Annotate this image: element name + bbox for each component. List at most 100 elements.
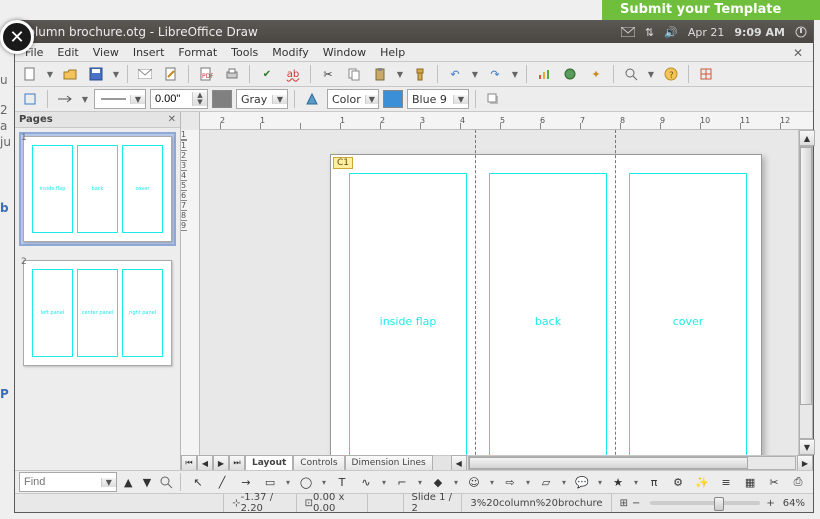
tab-layout[interactable]: Layout bbox=[245, 455, 293, 471]
menu-tools[interactable]: Tools bbox=[225, 44, 264, 61]
redo-dropdown[interactable]: ▼ bbox=[510, 64, 520, 84]
zoom-controls[interactable]: ⊞ − + 64% bbox=[612, 494, 813, 512]
interaction-button[interactable]: ⚙ bbox=[667, 471, 689, 493]
scrollbar-vertical[interactable]: ▲ ▼ bbox=[798, 130, 813, 455]
find-next-button[interactable]: ▼ bbox=[140, 471, 155, 493]
menu-help[interactable]: Help bbox=[374, 44, 411, 61]
scroll-right-button[interactable]: ▶ bbox=[797, 455, 813, 471]
drawing-page[interactable]: C1 inside flap back cover bbox=[330, 154, 762, 455]
shapes-button[interactable]: ◆ bbox=[427, 471, 449, 493]
chart-button[interactable] bbox=[533, 63, 555, 85]
redo-button[interactable]: ↷ bbox=[484, 63, 506, 85]
page-thumbnail[interactable]: 1inside flapbackcover bbox=[19, 132, 176, 246]
undo-dropdown[interactable]: ▼ bbox=[470, 64, 480, 84]
scrollbar-horizontal[interactable] bbox=[468, 456, 796, 470]
status-layout[interactable]: 3%20column%20brochure bbox=[462, 494, 611, 512]
network-indicator-icon[interactable]: ⇅ bbox=[645, 26, 654, 39]
panel-back[interactable]: back bbox=[489, 173, 607, 455]
clone-format-button[interactable] bbox=[409, 63, 431, 85]
time-indicator[interactable]: 9:09 AM bbox=[734, 26, 785, 39]
curve-button[interactable]: ∿ bbox=[355, 471, 377, 493]
tab-dimension-lines[interactable]: Dimension Lines bbox=[345, 455, 433, 471]
shapes-dropdown[interactable]: ▾ bbox=[451, 472, 461, 492]
star-button[interactable]: ★ bbox=[607, 471, 629, 493]
session-indicator-icon[interactable] bbox=[795, 26, 807, 38]
menu-view[interactable]: View bbox=[87, 44, 125, 61]
zoom-value[interactable]: 64% bbox=[783, 498, 805, 509]
star-dropdown[interactable]: ▾ bbox=[631, 472, 641, 492]
callout-dropdown[interactable]: ▾ bbox=[595, 472, 605, 492]
paste-button[interactable] bbox=[369, 63, 391, 85]
cut-button[interactable]: ✂ bbox=[317, 63, 339, 85]
arrow-style-dropdown[interactable]: ▼ bbox=[80, 89, 90, 109]
panel-inside-flap[interactable]: inside flap bbox=[349, 173, 467, 455]
line-color-combo[interactable]: Gray ▼ bbox=[236, 89, 288, 109]
auto-spellcheck-button[interactable]: ab bbox=[282, 63, 304, 85]
scroll-left-button[interactable]: ◀ bbox=[451, 455, 467, 471]
block-arrow-button[interactable]: ⇨ bbox=[499, 471, 521, 493]
symbol-button[interactable]: ☺ bbox=[463, 471, 485, 493]
connector-button[interactable]: ⌐ bbox=[391, 471, 413, 493]
ruler-vertical[interactable]: 1123456789 bbox=[181, 130, 200, 455]
tab-next-button[interactable]: ▶ bbox=[213, 455, 229, 471]
volume-indicator-icon[interactable]: 🔊 bbox=[664, 26, 678, 39]
pages-panel-close-button[interactable]: ✕ bbox=[168, 114, 176, 125]
overlay-close-button[interactable]: ✕ bbox=[0, 20, 34, 54]
scroll-h-thumb[interactable] bbox=[469, 457, 748, 469]
ellipse-dropdown[interactable]: ▾ bbox=[319, 472, 329, 492]
ellipse-button[interactable]: ◯ bbox=[295, 471, 317, 493]
find-all-button[interactable] bbox=[158, 471, 174, 493]
rect-dropdown[interactable]: ▾ bbox=[283, 472, 293, 492]
arrange-button[interactable]: ▦ bbox=[739, 471, 761, 493]
symbol-dropdown[interactable]: ▾ bbox=[487, 472, 497, 492]
status-signature[interactable] bbox=[368, 494, 403, 512]
canvas[interactable]: C1 inside flap back cover bbox=[200, 130, 798, 455]
rect-button[interactable]: ▭ bbox=[259, 471, 281, 493]
tab-first-button[interactable]: ⏮ bbox=[181, 455, 197, 471]
mail-button[interactable] bbox=[134, 63, 156, 85]
ruler-horizontal-scale[interactable]: 21123456789101112 bbox=[200, 112, 813, 130]
date-indicator[interactable]: Apr 21 bbox=[688, 26, 725, 39]
tab-prev-button[interactable]: ◀ bbox=[197, 455, 213, 471]
open-button[interactable] bbox=[59, 63, 81, 85]
menu-insert[interactable]: Insert bbox=[127, 44, 171, 61]
pointer-button[interactable]: ↖ bbox=[187, 471, 209, 493]
zoom-dropdown[interactable]: ▼ bbox=[646, 64, 656, 84]
export-pdf-button[interactable]: PDF bbox=[195, 63, 217, 85]
area-color-combo[interactable]: Blue 9 ▼ bbox=[407, 89, 469, 109]
arrow-style-button[interactable] bbox=[54, 88, 76, 110]
navigator-button[interactable]: ✦ bbox=[585, 63, 607, 85]
new-dropdown[interactable]: ▼ bbox=[45, 64, 55, 84]
flowchart-dropdown[interactable]: ▾ bbox=[559, 472, 569, 492]
panel-cover[interactable]: cover bbox=[629, 173, 747, 455]
effects-button[interactable]: ✨ bbox=[691, 471, 713, 493]
hyperlink-button[interactable] bbox=[559, 63, 581, 85]
find-combo[interactable]: ▼ bbox=[19, 472, 117, 492]
show-draw-functions-button[interactable] bbox=[19, 88, 41, 110]
line-color-swatch[interactable] bbox=[212, 90, 232, 108]
tab-last-button[interactable]: ⏭ bbox=[229, 455, 245, 471]
save-dropdown[interactable]: ▼ bbox=[111, 64, 121, 84]
scroll-v-thumb[interactable] bbox=[800, 147, 812, 405]
curve-dropdown[interactable]: ▾ bbox=[379, 472, 389, 492]
menu-modify[interactable]: Modify bbox=[266, 44, 314, 61]
spellcheck-button[interactable]: ✔ bbox=[256, 63, 278, 85]
crop-button[interactable]: ✂ bbox=[763, 471, 785, 493]
pi-button[interactable]: π bbox=[643, 471, 665, 493]
area-button[interactable] bbox=[301, 88, 323, 110]
callout-button[interactable]: 💬 bbox=[571, 471, 593, 493]
zoom-slider-knob[interactable] bbox=[714, 497, 724, 511]
guide-vertical-1[interactable] bbox=[475, 130, 476, 455]
zoom-button[interactable] bbox=[620, 63, 642, 85]
new-button[interactable] bbox=[19, 63, 41, 85]
menu-window[interactable]: Window bbox=[317, 44, 372, 61]
find-prev-button[interactable]: ▲ bbox=[121, 471, 136, 493]
paste-dropdown[interactable]: ▼ bbox=[395, 64, 405, 84]
shadow-button[interactable] bbox=[482, 88, 504, 110]
zoom-fit-icon[interactable]: ⊞ bbox=[620, 498, 628, 509]
help-button[interactable]: ? bbox=[660, 63, 682, 85]
pdf-button[interactable]: ⎙ bbox=[787, 471, 809, 493]
line-style-combo[interactable]: ▼ bbox=[94, 89, 146, 109]
find-input[interactable] bbox=[20, 476, 101, 488]
align-button[interactable]: ≡ bbox=[715, 471, 737, 493]
